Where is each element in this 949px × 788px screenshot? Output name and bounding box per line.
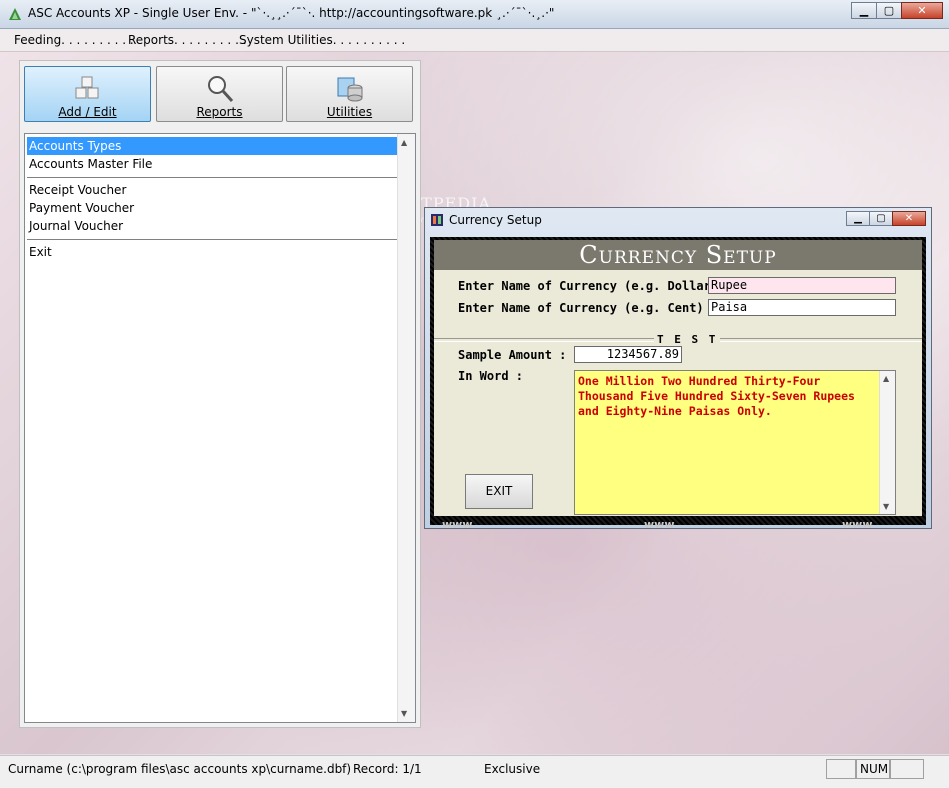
maximize-button[interactable]: ▢ [876, 2, 902, 19]
close-button[interactable]: ✕ [901, 2, 943, 19]
list-scrollbar[interactable]: ▲ ▼ [397, 134, 415, 722]
in-word-text: One Million Two Hundred Thirty-Four Thou… [578, 374, 855, 418]
list-separator [27, 239, 397, 240]
scroll-down-icon[interactable]: ▼ [883, 502, 889, 511]
currency-setup-window: Currency Setup ▁ ▢ ✕ Currency Setup Ente… [424, 207, 932, 531]
blocks-icon [75, 76, 98, 99]
dialog-title: Currency Setup [449, 213, 542, 227]
www-text: www [842, 518, 873, 531]
status-record: Record: 1/1 [353, 762, 422, 776]
currency-setup-banner: Currency Setup [434, 240, 922, 270]
list-item-accounts-types[interactable]: Accounts Types [27, 137, 399, 155]
scroll-up-icon[interactable]: ▲ [883, 374, 889, 383]
add-edit-label: Add / Edit [58, 105, 117, 119]
in-word-scrollbar[interactable]: ▲ ▼ [879, 371, 895, 514]
in-word-textarea[interactable]: One Million Two Hundred Thirty-Four Thou… [574, 370, 896, 515]
status-num: NUM [856, 759, 890, 779]
menu-feeding[interactable]: Feeding. . . . . . . . . . [14, 33, 134, 47]
list-item-journal-voucher[interactable]: Journal Voucher [27, 217, 399, 235]
module-list[interactable]: Accounts Types Accounts Master File Rece… [24, 133, 416, 723]
test-section-label: T E S T [654, 333, 721, 346]
app-window-icon [431, 214, 443, 226]
status-caps [826, 759, 856, 779]
menu-bar: Feeding. . . . . . . . . . Reports. . . … [0, 29, 949, 52]
title-bar: ASC Accounts XP - Single User Env. - "`·… [0, 0, 949, 29]
status-mode: Exclusive [484, 762, 541, 776]
minimize-button[interactable]: ▁ [851, 2, 877, 19]
currency-name-input[interactable]: Rupee [708, 277, 896, 294]
status-file: Curname (c:\program files\asc accounts x… [8, 762, 352, 776]
dialog-minimize-button[interactable]: ▁ [846, 211, 870, 226]
list-item-accounts-master-file[interactable]: Accounts Master File [27, 155, 399, 173]
navigation-panel: Add / Edit Reports Utilities Accounts Ty… [19, 60, 421, 728]
menu-system-utilities[interactable]: System Utilities. . . . . . . . . . [239, 33, 405, 47]
menu-reports[interactable]: Reports. . . . . . . . . . [128, 33, 247, 47]
list-item-payment-voucher[interactable]: Payment Voucher [27, 199, 399, 217]
in-word-label: In Word : [458, 369, 524, 383]
magnifier-icon [207, 76, 233, 103]
exit-label: EXIT [485, 484, 513, 498]
scroll-down-icon[interactable]: ▼ [401, 709, 407, 718]
dialog-maximize-button[interactable]: ▢ [869, 211, 893, 226]
database-icon [337, 77, 362, 102]
scroll-up-icon[interactable]: ▲ [401, 138, 407, 147]
cent-name-label: Enter Name of Currency (e.g. Cent) : [458, 301, 719, 315]
window-title: ASC Accounts XP - Single User Env. - "`·… [28, 6, 555, 20]
list-item-exit[interactable]: Exit [27, 243, 399, 261]
list-separator [27, 177, 397, 178]
dialog-close-button[interactable]: ✕ [892, 211, 926, 226]
sample-amount-input[interactable]: 1234567.89 [574, 346, 682, 363]
www-text: www [644, 518, 675, 531]
dialog-frame: Currency Setup Enter Name of Currency (e… [430, 237, 926, 531]
add-edit-button[interactable]: Add / Edit [24, 66, 151, 122]
utilities-label: Utilities [326, 105, 373, 119]
status-scroll [890, 759, 924, 779]
www-text: www [442, 518, 473, 531]
utilities-button[interactable]: Utilities [286, 66, 413, 122]
exit-button[interactable]: EXIT [465, 474, 533, 509]
status-bar: Curname (c:\program files\asc accounts x… [0, 755, 949, 788]
currency-name-label: Enter Name of Currency (e.g. Dollar) : [458, 279, 733, 293]
reports-label: Reports [196, 105, 243, 119]
cent-name-input[interactable]: Paisa [708, 299, 896, 316]
reports-button[interactable]: Reports [156, 66, 283, 122]
dialog-content: Currency Setup Enter Name of Currency (e… [434, 240, 922, 516]
list-item-receipt-voucher[interactable]: Receipt Voucher [27, 181, 399, 199]
sample-amount-label: Sample Amount : [458, 348, 567, 362]
app-icon [9, 8, 21, 20]
